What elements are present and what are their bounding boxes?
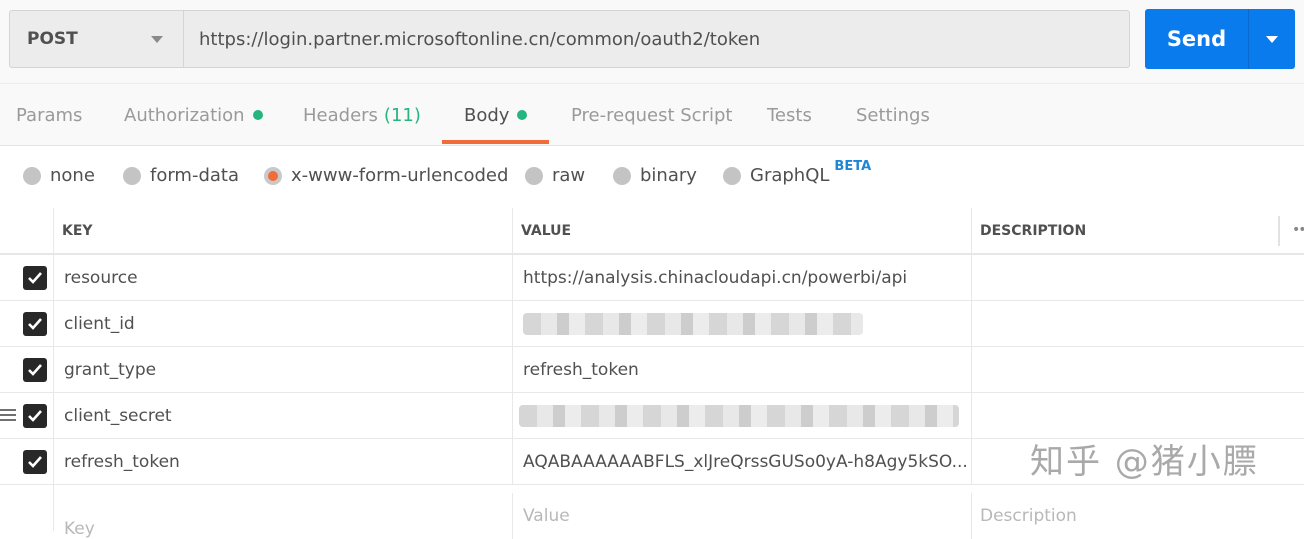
- table-row: resource https://analysis.chinacloudapi.…: [0, 255, 1304, 301]
- value-input[interactable]: [513, 393, 972, 438]
- tab-authorization[interactable]: Authorization: [124, 84, 263, 146]
- tab-label: Body: [464, 104, 510, 126]
- request-bar: POST https://login.partner.microsoftonli…: [0, 0, 1304, 84]
- tab-label: Authorization: [124, 104, 245, 126]
- radio-x-www-form-urlencoded[interactable]: x-www-form-urlencoded: [264, 165, 508, 186]
- send-button[interactable]: Send: [1145, 9, 1249, 69]
- tab-settings[interactable]: Settings: [856, 84, 930, 146]
- send-options-button[interactable]: [1249, 9, 1295, 69]
- tab-pre-request-script[interactable]: Pre-request Script: [571, 84, 732, 146]
- check-icon: [28, 317, 42, 330]
- send-button-group: Send: [1145, 9, 1295, 69]
- radio-label: binary: [640, 165, 697, 186]
- description-input[interactable]: [972, 255, 1304, 300]
- method-select[interactable]: POST: [9, 10, 183, 68]
- radio-label: none: [50, 165, 95, 186]
- checkbox-cell: [0, 347, 54, 392]
- checkbox-cell: [0, 485, 54, 531]
- value-input[interactable]: refresh_token: [513, 347, 972, 392]
- new-value-input[interactable]: Value: [513, 493, 972, 539]
- table-row: client_secret: [0, 393, 1304, 439]
- beta-badge: BETA: [834, 159, 872, 174]
- new-key-input[interactable]: Key: [54, 493, 513, 539]
- blurred-value: [523, 312, 863, 335]
- header-checkbox-cell: [0, 208, 54, 253]
- radio-raw[interactable]: raw: [525, 165, 585, 186]
- description-input[interactable]: [972, 393, 1304, 438]
- chevron-down-icon: [151, 36, 163, 43]
- check-icon: [28, 363, 42, 376]
- radio-form-data[interactable]: form-data: [123, 165, 239, 186]
- key-input[interactable]: grant_type: [54, 347, 513, 392]
- method-label: POST: [27, 29, 78, 49]
- check-icon: [28, 455, 42, 468]
- description-input[interactable]: [972, 347, 1304, 392]
- check-icon: [28, 409, 42, 422]
- row-checkbox[interactable]: [23, 357, 47, 382]
- radio-selected-icon: [264, 166, 282, 185]
- caret-down-icon: [1266, 35, 1278, 43]
- header-value: VALUE: [513, 208, 972, 253]
- key-input[interactable]: resource: [54, 255, 513, 300]
- check-icon: [28, 271, 42, 284]
- tab-label: Settings: [856, 104, 930, 126]
- url-input[interactable]: https://login.partner.microsoftonline.cn…: [183, 10, 1130, 68]
- new-row: Key Value Description: [0, 485, 1304, 539]
- request-tabs: Params Authorization Headers (11) Body Pr…: [0, 84, 1304, 146]
- key-input[interactable]: client_id: [54, 301, 513, 346]
- key-input[interactable]: client_secret: [54, 393, 513, 438]
- value-input[interactable]: AQABAAAAAABFLS_xlJreQrssGUSo0yA-h8Agy5kS…: [513, 439, 972, 484]
- description-input[interactable]: [972, 301, 1304, 346]
- body-type-selector: none form-data x-www-form-urlencoded raw…: [0, 147, 1304, 209]
- tab-params[interactable]: Params: [16, 84, 82, 146]
- headers-count: (11): [383, 104, 421, 126]
- radio-icon: [525, 166, 543, 185]
- row-checkbox[interactable]: [23, 403, 47, 428]
- watermark: 知乎 @猪小膘: [1030, 442, 1259, 482]
- new-description-input[interactable]: Description: [972, 493, 1304, 539]
- radio-graphql[interactable]: GraphQL BETA: [723, 159, 871, 186]
- column-resize-handle[interactable]: [1278, 216, 1280, 246]
- tab-tests[interactable]: Tests: [767, 84, 812, 146]
- checkbox-cell: [0, 439, 54, 484]
- radio-label: x-www-form-urlencoded: [291, 165, 509, 186]
- value-input[interactable]: https://analysis.chinacloudapi.cn/powerb…: [513, 255, 972, 300]
- radio-none[interactable]: none: [23, 165, 95, 186]
- table-row: grant_type refresh_token: [0, 347, 1304, 393]
- radio-icon: [723, 166, 741, 185]
- radio-icon: [23, 166, 41, 185]
- checkbox-cell: [0, 301, 54, 346]
- row-checkbox[interactable]: [23, 449, 47, 474]
- url-text: https://login.partner.microsoftonline.cn…: [199, 28, 761, 50]
- radio-icon: [123, 166, 141, 185]
- header-description: DESCRIPTION: [980, 222, 1087, 239]
- blurred-value: [519, 404, 959, 427]
- radio-label: GraphQL: [750, 165, 830, 186]
- checkbox-cell: [0, 393, 54, 438]
- key-input[interactable]: refresh_token: [54, 439, 513, 484]
- header-key: KEY: [54, 208, 513, 253]
- radio-label: raw: [552, 165, 586, 186]
- radio-label: form-data: [150, 165, 240, 186]
- row-checkbox[interactable]: [23, 265, 47, 290]
- radio-binary[interactable]: binary: [613, 165, 697, 186]
- status-dot-icon: [252, 110, 263, 120]
- active-tab-indicator: [442, 140, 549, 144]
- tab-label: Params: [16, 104, 83, 126]
- table-header: KEY VALUE DESCRIPTION ••: [0, 208, 1304, 255]
- value-input[interactable]: [513, 301, 972, 346]
- tab-headers[interactable]: Headers (11): [303, 84, 421, 146]
- radio-icon: [613, 166, 631, 185]
- tab-body[interactable]: Body: [464, 84, 528, 146]
- tab-label: Tests: [767, 104, 812, 126]
- row-checkbox[interactable]: [23, 311, 47, 336]
- checkbox-cell: [0, 255, 54, 300]
- table-row: client_id: [0, 301, 1304, 347]
- tab-label: Headers: [303, 104, 378, 126]
- tab-label: Pre-request Script: [571, 104, 733, 126]
- status-dot-icon: [517, 110, 528, 120]
- more-options-icon[interactable]: ••: [1292, 222, 1304, 238]
